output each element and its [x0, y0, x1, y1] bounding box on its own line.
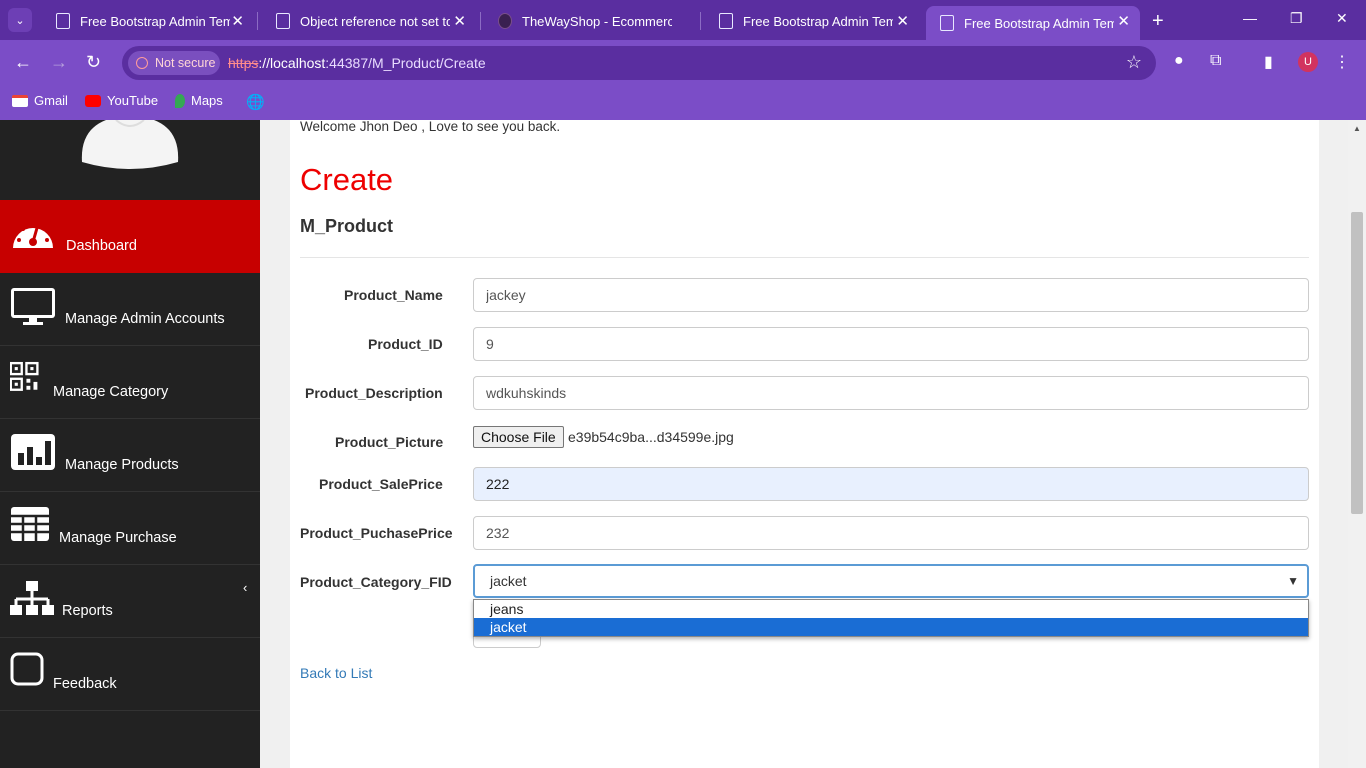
browser-toolbar: ← → ↻ Not secure https://localhost:44387…	[0, 40, 1366, 86]
scrollbar-thumb[interactable]	[1351, 212, 1363, 514]
page-title: Create	[300, 162, 394, 197]
close-tab-icon[interactable]: ✕	[1117, 12, 1130, 30]
square-icon	[10, 652, 44, 686]
bookmark-star-icon[interactable]: ☆	[1126, 52, 1142, 73]
page-subtitle: M_Product	[300, 216, 394, 236]
back-arrow-icon[interactable]: ←	[14, 52, 32, 73]
welcome-message: Welcome Jhon Deo , Love to see you back.	[300, 120, 561, 134]
back-to-list-link[interactable]: Back to List	[300, 665, 372, 681]
extension-icon[interactable]: ●	[1174, 52, 1184, 70]
minimize-icon[interactable]: —	[1243, 10, 1257, 26]
dashboard-gauge-icon	[13, 222, 53, 248]
qr-code-icon	[10, 361, 39, 391]
browser-tab-strip: ⌄ Free Bootstrap Admin Templ ✕ Object re…	[0, 0, 1366, 40]
sidebar-item-manage-products[interactable]: Manage Products	[0, 419, 260, 492]
close-tab-icon[interactable]: ✕	[896, 12, 909, 30]
main-content: Welcome Jhon Deo , Love to see you back.…	[290, 120, 1319, 768]
reload-icon[interactable]: ↻	[86, 52, 101, 73]
product-purchaseprice-input[interactable]	[473, 516, 1309, 550]
more-menu-icon[interactable]: ⋮	[1334, 52, 1350, 72]
product-category-select[interactable]: jacket ▼	[473, 564, 1309, 598]
scroll-up-arrow-icon[interactable]: ▲	[1353, 124, 1361, 133]
sidebar-collapse-chevron-icon[interactable]: ‹	[243, 580, 247, 595]
sidebar-item-manage-category[interactable]: Manage Category	[0, 346, 260, 419]
product-purchaseprice-label: Product_PuchasePrice	[300, 525, 453, 541]
page-icon	[56, 13, 70, 29]
monitor-icon	[11, 288, 55, 325]
sidebar-item-dashboard[interactable]: Dashboard	[0, 200, 260, 273]
browser-tab[interactable]: Object reference not set to a ✕	[262, 6, 476, 36]
product-description-input[interactable]	[473, 376, 1309, 410]
product-picture-label: Product_Picture	[335, 434, 444, 450]
choose-file-button[interactable]: Choose File	[473, 426, 564, 448]
sidebar-item-feedback[interactable]: Feedback	[0, 638, 260, 711]
dropdown-option-jeans[interactable]: jeans	[474, 600, 1308, 618]
warning-icon	[136, 57, 148, 69]
youtube-icon	[85, 94, 101, 107]
maps-pin-icon	[175, 93, 185, 108]
sidebar-item-manage-purchase[interactable]: Manage Purchase	[0, 492, 260, 565]
bar-chart-icon	[11, 434, 55, 470]
bookmarks-bar: Gmail YouTube Maps 🌐	[0, 86, 1366, 120]
side-panel-icon[interactable]: ▮	[1264, 52, 1273, 72]
globe-icon[interactable]: 🌐	[246, 93, 265, 111]
dropdown-option-jacket[interactable]: jacket	[474, 618, 1308, 636]
profile-avatar[interactable]: U	[1298, 52, 1318, 72]
not-secure-chip[interactable]: Not secure	[128, 51, 220, 75]
divider	[300, 257, 1309, 258]
browser-tab[interactable]: Free Bootstrap Admin Templ ✕	[705, 6, 919, 36]
new-tab-icon[interactable]: +	[1152, 10, 1164, 33]
chevron-down-icon: ▼	[1287, 574, 1299, 588]
forward-arrow-icon[interactable]: →	[50, 52, 68, 73]
profile-avatar-image	[81, 120, 179, 169]
sidebar-item-manage-admin-accounts[interactable]: Manage Admin Accounts	[0, 273, 260, 346]
address-bar[interactable]: Not secure https://localhost:44387/M_Pro…	[122, 46, 1156, 80]
puzzle-extensions-icon[interactable]: ⧉	[1210, 52, 1221, 70]
close-window-icon[interactable]: ✕	[1336, 10, 1348, 27]
product-name-input[interactable]	[473, 278, 1309, 312]
browser-tab-active[interactable]: Free Bootstrap Admin Templ ✕	[926, 6, 1140, 40]
product-id-input[interactable]	[473, 327, 1309, 361]
product-id-label: Product_ID	[368, 336, 443, 352]
page-viewport: Dashboard Manage Admin Accounts Manage C…	[0, 120, 1366, 768]
sidebar: Dashboard Manage Admin Accounts Manage C…	[0, 120, 260, 768]
bookmark-youtube[interactable]: YouTube	[85, 93, 158, 108]
selected-file-name: e39b54c9ba...d34599e.jpg	[568, 429, 734, 445]
category-dropdown-list: jeans jacket	[473, 599, 1309, 637]
product-category-label: Product_Category_FID	[300, 574, 452, 590]
table-grid-icon	[11, 507, 49, 541]
product-description-label: Product_Description	[305, 385, 443, 401]
sidebar-item-reports[interactable]: Reports	[0, 565, 260, 638]
site-favicon-icon	[498, 13, 512, 29]
bookmark-gmail[interactable]: Gmail	[12, 93, 68, 108]
url-text[interactable]: https://localhost:44387/M_Product/Create	[228, 55, 486, 71]
page-icon	[940, 15, 954, 31]
bookmark-maps[interactable]: Maps	[175, 93, 223, 108]
sitemap-icon	[10, 581, 54, 615]
gmail-icon	[12, 94, 28, 107]
product-name-label: Product_Name	[344, 287, 443, 303]
close-tab-icon[interactable]: ✕	[231, 12, 244, 30]
page-scrollbar[interactable]: ▲	[1348, 120, 1366, 768]
tab-search-button[interactable]: ⌄	[8, 8, 32, 32]
close-tab-icon[interactable]: ✕	[453, 12, 466, 30]
browser-tab[interactable]: Free Bootstrap Admin Templ ✕	[42, 6, 254, 36]
product-saleprice-label: Product_SalePrice	[319, 476, 443, 492]
page-icon	[276, 13, 290, 29]
restore-icon[interactable]: ❐	[1290, 10, 1303, 27]
browser-tab[interactable]: TheWayShop - Ecommerce B	[484, 6, 698, 36]
product-saleprice-input[interactable]	[473, 467, 1309, 501]
page-icon	[719, 13, 733, 29]
